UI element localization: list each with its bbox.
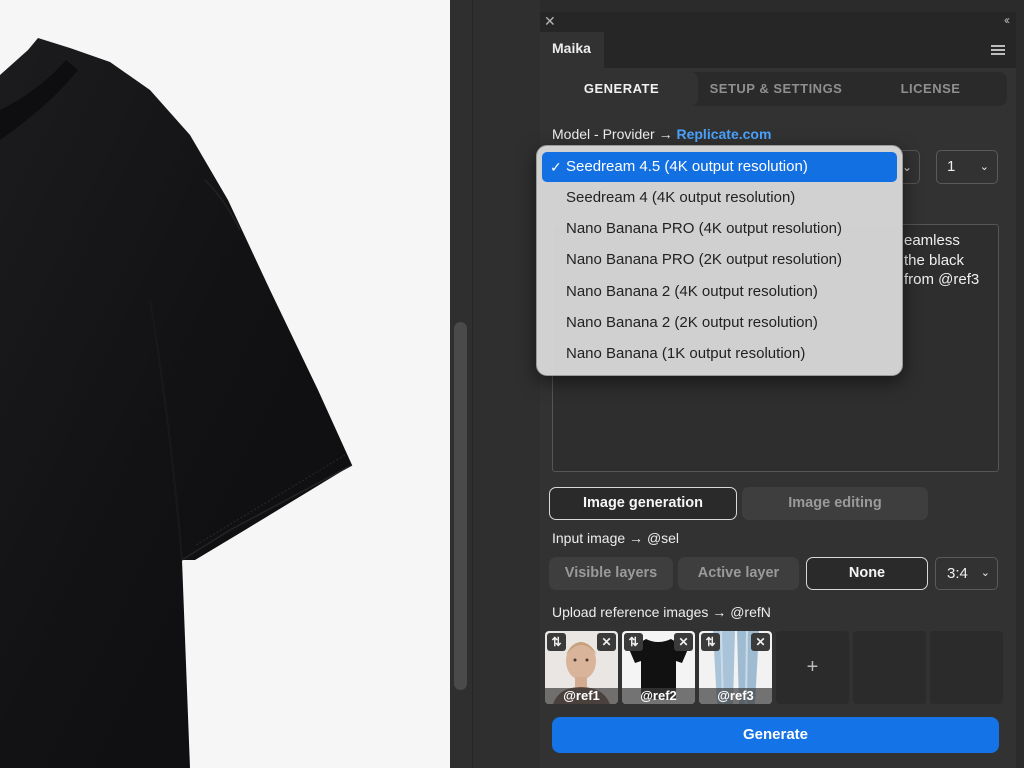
tshirt-image: [0, 38, 353, 768]
reference-tag: @ref3: [699, 688, 772, 704]
document-canvas[interactable]: [0, 0, 450, 768]
empty-reference-slot[interactable]: [853, 631, 926, 704]
provider-link[interactable]: Replicate.com: [676, 126, 771, 142]
mode-image-editing[interactable]: Image editing: [742, 487, 928, 520]
generate-button[interactable]: Generate: [552, 717, 999, 753]
aspect-ratio-value: 3:4: [947, 565, 968, 582]
model-option[interactable]: Nano Banana PRO (4K output resolution): [542, 214, 897, 244]
model-provider-label: Model - Provider → Replicate.com: [552, 126, 771, 142]
remove-icon[interactable]: ✕: [597, 633, 616, 651]
reference-tag: @ref2: [622, 688, 695, 704]
prompt-text: eamless the black from @ref3: [904, 232, 980, 288]
divider: [472, 0, 473, 768]
model-option[interactable]: Nano Banana PRO (2K output resolution): [542, 245, 897, 275]
swap-icon[interactable]: ⇅: [624, 633, 643, 651]
close-icon[interactable]: ✕: [544, 13, 556, 30]
tab-generate[interactable]: GENERATE: [545, 72, 698, 106]
maika-panel: ✕ ‹‹ Maika GENERATE SETUP & SETTINGS LIC…: [540, 12, 1016, 768]
reference-thumb-1[interactable]: ⇅ ✕ @ref1: [545, 631, 618, 704]
canvas-scrollbar[interactable]: [454, 322, 467, 690]
panel-tabbar: Maika: [540, 32, 1016, 68]
remove-icon[interactable]: ✕: [674, 633, 693, 651]
chevron-down-icon: ⌄: [902, 160, 913, 174]
image-count-value: 1: [947, 158, 956, 175]
tab-license[interactable]: LICENSE: [854, 72, 1007, 106]
model-dropdown-menu: ✓ Seedream 4.5 (4K output resolution) Se…: [536, 145, 903, 376]
input-active-layer[interactable]: Active layer: [678, 557, 799, 590]
model-provider-text: Model - Provider →: [552, 126, 677, 142]
reference-thumb-3[interactable]: ⇅ ✕ @ref3: [699, 631, 772, 704]
panel-header: ✕ ‹‹: [540, 12, 1016, 32]
model-option[interactable]: Nano Banana 2 (4K output resolution): [542, 277, 897, 307]
reference-images-label: Upload reference images → @refN: [552, 604, 771, 620]
empty-reference-slot[interactable]: [930, 631, 1003, 704]
chevron-down-icon: ⌄: [980, 567, 990, 579]
model-option[interactable]: ✓ Seedream 4.5 (4K output resolution): [542, 152, 897, 182]
aspect-ratio-select[interactable]: 3:4 ⌄: [935, 557, 998, 590]
main-tabs: GENERATE SETUP & SETTINGS LICENSE: [545, 72, 1007, 106]
remove-icon[interactable]: ✕: [751, 633, 770, 651]
input-visible-layers[interactable]: Visible layers: [549, 557, 673, 590]
image-count-select[interactable]: 1 ⌄: [936, 150, 998, 184]
chevron-down-icon: ⌄: [979, 161, 989, 173]
model-option[interactable]: Nano Banana 2 (2K output resolution): [542, 308, 897, 338]
reference-tag: @ref1: [545, 688, 618, 704]
input-none[interactable]: None: [806, 557, 928, 590]
tab-setup-settings[interactable]: SETUP & SETTINGS: [700, 72, 852, 106]
double-chevron-left-icon[interactable]: ‹‹: [1004, 13, 1010, 27]
swap-icon[interactable]: ⇅: [701, 633, 720, 651]
panel-tab-maika[interactable]: Maika: [540, 32, 604, 68]
reference-thumb-2[interactable]: ⇅ ✕ @ref2: [622, 631, 695, 704]
add-reference-button[interactable]: +: [776, 631, 849, 704]
checkmark-icon: ✓: [550, 159, 562, 175]
model-option-label: Seedream 4.5 (4K output resolution): [566, 158, 808, 175]
input-image-label: Input image → @sel: [552, 530, 680, 546]
model-option[interactable]: Nano Banana (1K output resolution): [542, 339, 897, 369]
mode-image-generation[interactable]: Image generation: [549, 487, 737, 520]
model-option[interactable]: Seedream 4 (4K output resolution): [542, 183, 897, 213]
hamburger-menu-icon[interactable]: [991, 45, 1005, 55]
swap-icon[interactable]: ⇅: [547, 633, 566, 651]
